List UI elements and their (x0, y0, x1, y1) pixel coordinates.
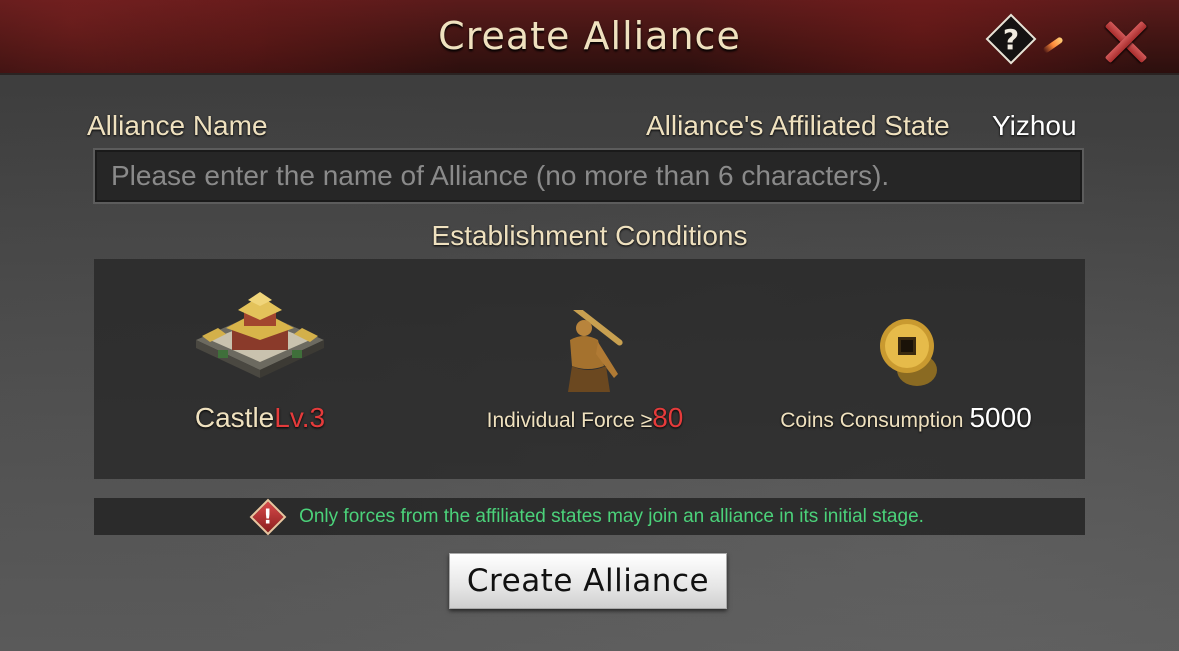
notice-bar: ! Only forces from the affiliated states… (94, 498, 1085, 535)
warrior-icon (561, 310, 623, 392)
force-value-requirement: 80 (652, 402, 684, 433)
condition-coins (870, 314, 950, 394)
castle-level-requirement: Lv.3 (274, 402, 326, 433)
force-requirement: Individual Force ≥80 (470, 402, 700, 434)
coins-value-requirement: 5000 (969, 402, 1032, 433)
coin-icon (880, 319, 937, 386)
alliance-name-input[interactable] (93, 148, 1084, 204)
coins-label: Coins Consumption (780, 409, 964, 432)
affiliated-state-value: Yizhou (992, 110, 1077, 141)
establishment-conditions-title: Establishment Conditions (431, 220, 748, 251)
castle-requirement: CastleLv.3 (160, 402, 360, 434)
castle-label: Castle (194, 402, 275, 433)
castle-icon (196, 292, 324, 378)
notice-text: Only forces from the affiliated states m… (299, 505, 924, 527)
help-button[interactable]: ? (985, 13, 1037, 65)
alliance-name-label: Alliance Name (87, 110, 268, 141)
warning-icon: ! (249, 498, 287, 535)
condition-force (540, 310, 640, 394)
force-label: Individual Force ≥ (486, 409, 653, 432)
affiliated-state-label: Alliance's Affiliated State (646, 110, 950, 141)
question-mark-icon: ? (1002, 22, 1020, 56)
create-alliance-button[interactable]: Create Alliance (449, 553, 727, 609)
condition-castle (160, 290, 360, 398)
close-x-icon[interactable] (1098, 14, 1154, 70)
coins-requirement: Coins Consumption 5000 (770, 402, 1042, 434)
